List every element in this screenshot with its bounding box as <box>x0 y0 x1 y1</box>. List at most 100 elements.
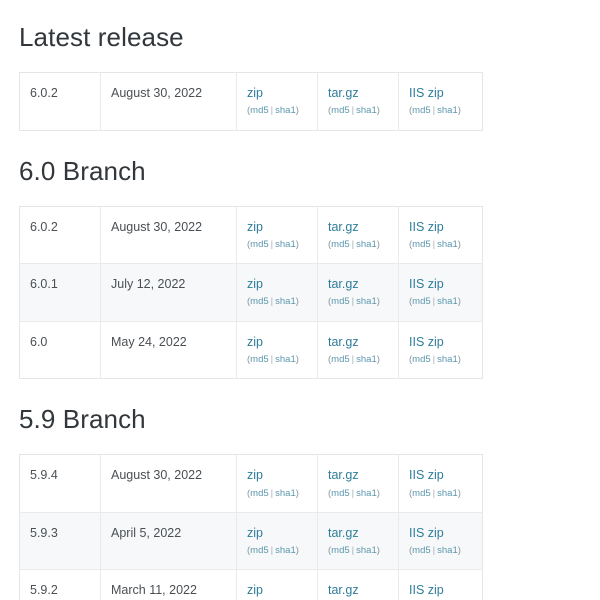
sha1-link[interactable]: sha1 <box>356 239 377 250</box>
download-cell: IIS zip (md5|sha1) <box>398 454 483 513</box>
download-link[interactable]: zip <box>247 467 263 484</box>
release-section: 6.0 Branch 6.0.2 August 30, 2022 zip (md5 | sh… <box>0 131 600 380</box>
paren-close: ) <box>295 105 299 117</box>
download-link[interactable]: IIS zip <box>409 467 444 484</box>
sha1-link[interactable]: sha1 <box>437 105 458 116</box>
paren-close: ) <box>295 353 299 365</box>
download-link[interactable]: tar.gz <box>328 467 359 484</box>
checksum-links: (md5 | sha1) <box>409 488 482 500</box>
sha1-link[interactable]: sha1 <box>356 545 377 556</box>
table-row: 5.9.2March 11, 2022zip(md5|sha1)tar.gz(m… <box>19 569 483 600</box>
md5-link[interactable]: md5 <box>250 488 268 499</box>
release-table-body: 6.0.2 August 30, 2022 zip (md5 | sha1) tar.gz (… <box>19 72 483 131</box>
release-table-wrapper: 6.0.2 August 30, 2022 zip (md5 | sha1) tar.gz (… <box>0 205 600 380</box>
download-link[interactable]: tar.gz <box>328 525 359 542</box>
download-link[interactable]: zip <box>247 525 263 542</box>
checksum-links: (md5 | sha1) <box>409 545 482 557</box>
download-cell: tar.gz (md5|sha1) <box>317 454 399 513</box>
md5-link[interactable]: md5 <box>412 545 430 556</box>
paren-close: ) <box>376 545 380 557</box>
download-link[interactable]: tar.gz <box>328 276 359 293</box>
release-table-body: 5.9.4 August 30, 2022 zip (md5 | sha1) tar.gz (… <box>19 454 483 600</box>
download-link[interactable]: IIS zip <box>409 276 444 293</box>
download-link[interactable]: IIS zip <box>409 525 444 542</box>
sha1-link[interactable]: sha1 <box>275 354 296 365</box>
download-cell: zip (md5|sha1) <box>236 512 318 571</box>
release-table-wrapper: 6.0.2 August 30, 2022 zip (md5 | sha1) tar.gz (… <box>0 72 600 131</box>
download-cell: zip (md5|sha1) <box>236 321 318 379</box>
release-date-cell: March 11, 2022 <box>100 569 237 600</box>
download-link[interactable]: zip <box>247 334 263 351</box>
download-link[interactable]: IIS zip <box>409 219 444 236</box>
md5-link[interactable]: md5 <box>250 105 268 116</box>
release-version-cell: 6.0.2 <box>19 72 101 131</box>
download-link[interactable]: zip <box>247 276 263 293</box>
release-table-body: 6.0.2 August 30, 2022 zip (md5 | sha1) tar.gz (… <box>19 206 483 379</box>
table-row: 6.0 May 24, 2022 zip (md5 | sha1) tar.gz (md5 | s… <box>19 321 483 379</box>
md5-link[interactable]: md5 <box>412 488 430 499</box>
download-cell: zip (md5|sha1) <box>236 72 318 131</box>
sha1-link[interactable]: sha1 <box>275 296 296 307</box>
table-row: 5.9.3 April 5, 2022 zip (md5 | sha1) tar.gz (md… <box>19 512 483 571</box>
release-version-cell: 6.0 <box>19 321 101 379</box>
release-date-cell: April 5, 2022 <box>100 512 237 571</box>
md5-link[interactable]: md5 <box>412 296 430 307</box>
sha1-link[interactable]: sha1 <box>437 354 458 365</box>
sha1-link[interactable]: sha1 <box>437 488 458 499</box>
md5-link[interactable]: md5 <box>331 354 349 365</box>
download-link[interactable]: IIS zip <box>409 334 444 351</box>
download-link[interactable]: zip <box>247 219 263 236</box>
md5-link[interactable]: md5 <box>412 239 430 250</box>
sha1-link[interactable]: sha1 <box>437 296 458 307</box>
sha1-link[interactable]: sha1 <box>275 239 296 250</box>
section-heading: Latest release <box>19 22 184 52</box>
paren-close: ) <box>457 487 461 499</box>
md5-link[interactable]: md5 <box>412 354 430 365</box>
release-date-cell: August 30, 2022 <box>100 454 237 513</box>
sha1-link[interactable]: sha1 <box>437 239 458 250</box>
download-link[interactable]: IIS zip <box>409 582 444 599</box>
download-link[interactable]: zip <box>247 85 263 102</box>
sha1-link[interactable]: sha1 <box>275 545 296 556</box>
checksum-links: (md5 | sha1) <box>328 488 398 500</box>
download-link[interactable]: IIS zip <box>409 85 444 102</box>
sha1-link[interactable]: sha1 <box>356 105 377 116</box>
section-heading: 6.0 Branch <box>19 155 146 186</box>
download-link[interactable]: tar.gz <box>328 582 359 599</box>
sha1-link[interactable]: sha1 <box>275 105 296 116</box>
md5-link[interactable]: md5 <box>250 545 268 556</box>
sha1-link[interactable]: sha1 <box>275 488 296 499</box>
sha1-link[interactable]: sha1 <box>356 488 377 499</box>
md5-link[interactable]: md5 <box>331 545 349 556</box>
checksum-links: (md5 | sha1) <box>328 239 398 251</box>
md5-link[interactable]: md5 <box>331 239 349 250</box>
md5-link[interactable]: md5 <box>250 239 268 250</box>
download-link[interactable]: tar.gz <box>328 219 359 236</box>
download-link[interactable]: zip <box>247 582 263 599</box>
md5-link[interactable]: md5 <box>331 296 349 307</box>
sha1-link[interactable]: sha1 <box>437 545 458 556</box>
md5-link[interactable]: md5 <box>331 488 349 499</box>
md5-link[interactable]: md5 <box>412 105 430 116</box>
sha1-link[interactable]: sha1 <box>356 296 377 307</box>
download-cell: tar.gz (md5|sha1) <box>317 72 399 131</box>
paren-close: ) <box>376 296 380 308</box>
download-link[interactable]: tar.gz <box>328 85 359 102</box>
checksum-links: (md5 | sha1) <box>247 488 317 500</box>
download-link[interactable]: tar.gz <box>328 334 359 351</box>
download-cell: tar.gz (md5|sha1) <box>317 263 399 322</box>
paren-close: ) <box>295 296 299 308</box>
release-version-cell: 5.9.3 <box>19 512 101 571</box>
table-row: 5.9.4 August 30, 2022 zip (md5 | sha1) tar.gz (… <box>19 454 483 513</box>
checksum-links: (md5 | sha1) <box>247 296 317 308</box>
md5-link[interactable]: md5 <box>250 296 268 307</box>
release-version-cell: 5.9.2 <box>19 569 101 600</box>
md5-link[interactable]: md5 <box>250 354 268 365</box>
release-date-cell: August 30, 2022 <box>100 206 237 265</box>
sha1-link[interactable]: sha1 <box>356 354 377 365</box>
sections-container: Latest release 6.0.2 August 30, 2022 zip (md… <box>0 0 600 600</box>
table-row: 6.0.2 August 30, 2022 zip (md5 | sha1) tar.gz (… <box>19 72 483 131</box>
checksum-links: (md5 | sha1) <box>247 354 317 366</box>
release-section: 5.9 Branch 5.9.4 August 30, 2022 zip (md5 | sh… <box>0 379 600 600</box>
md5-link[interactable]: md5 <box>331 105 349 116</box>
